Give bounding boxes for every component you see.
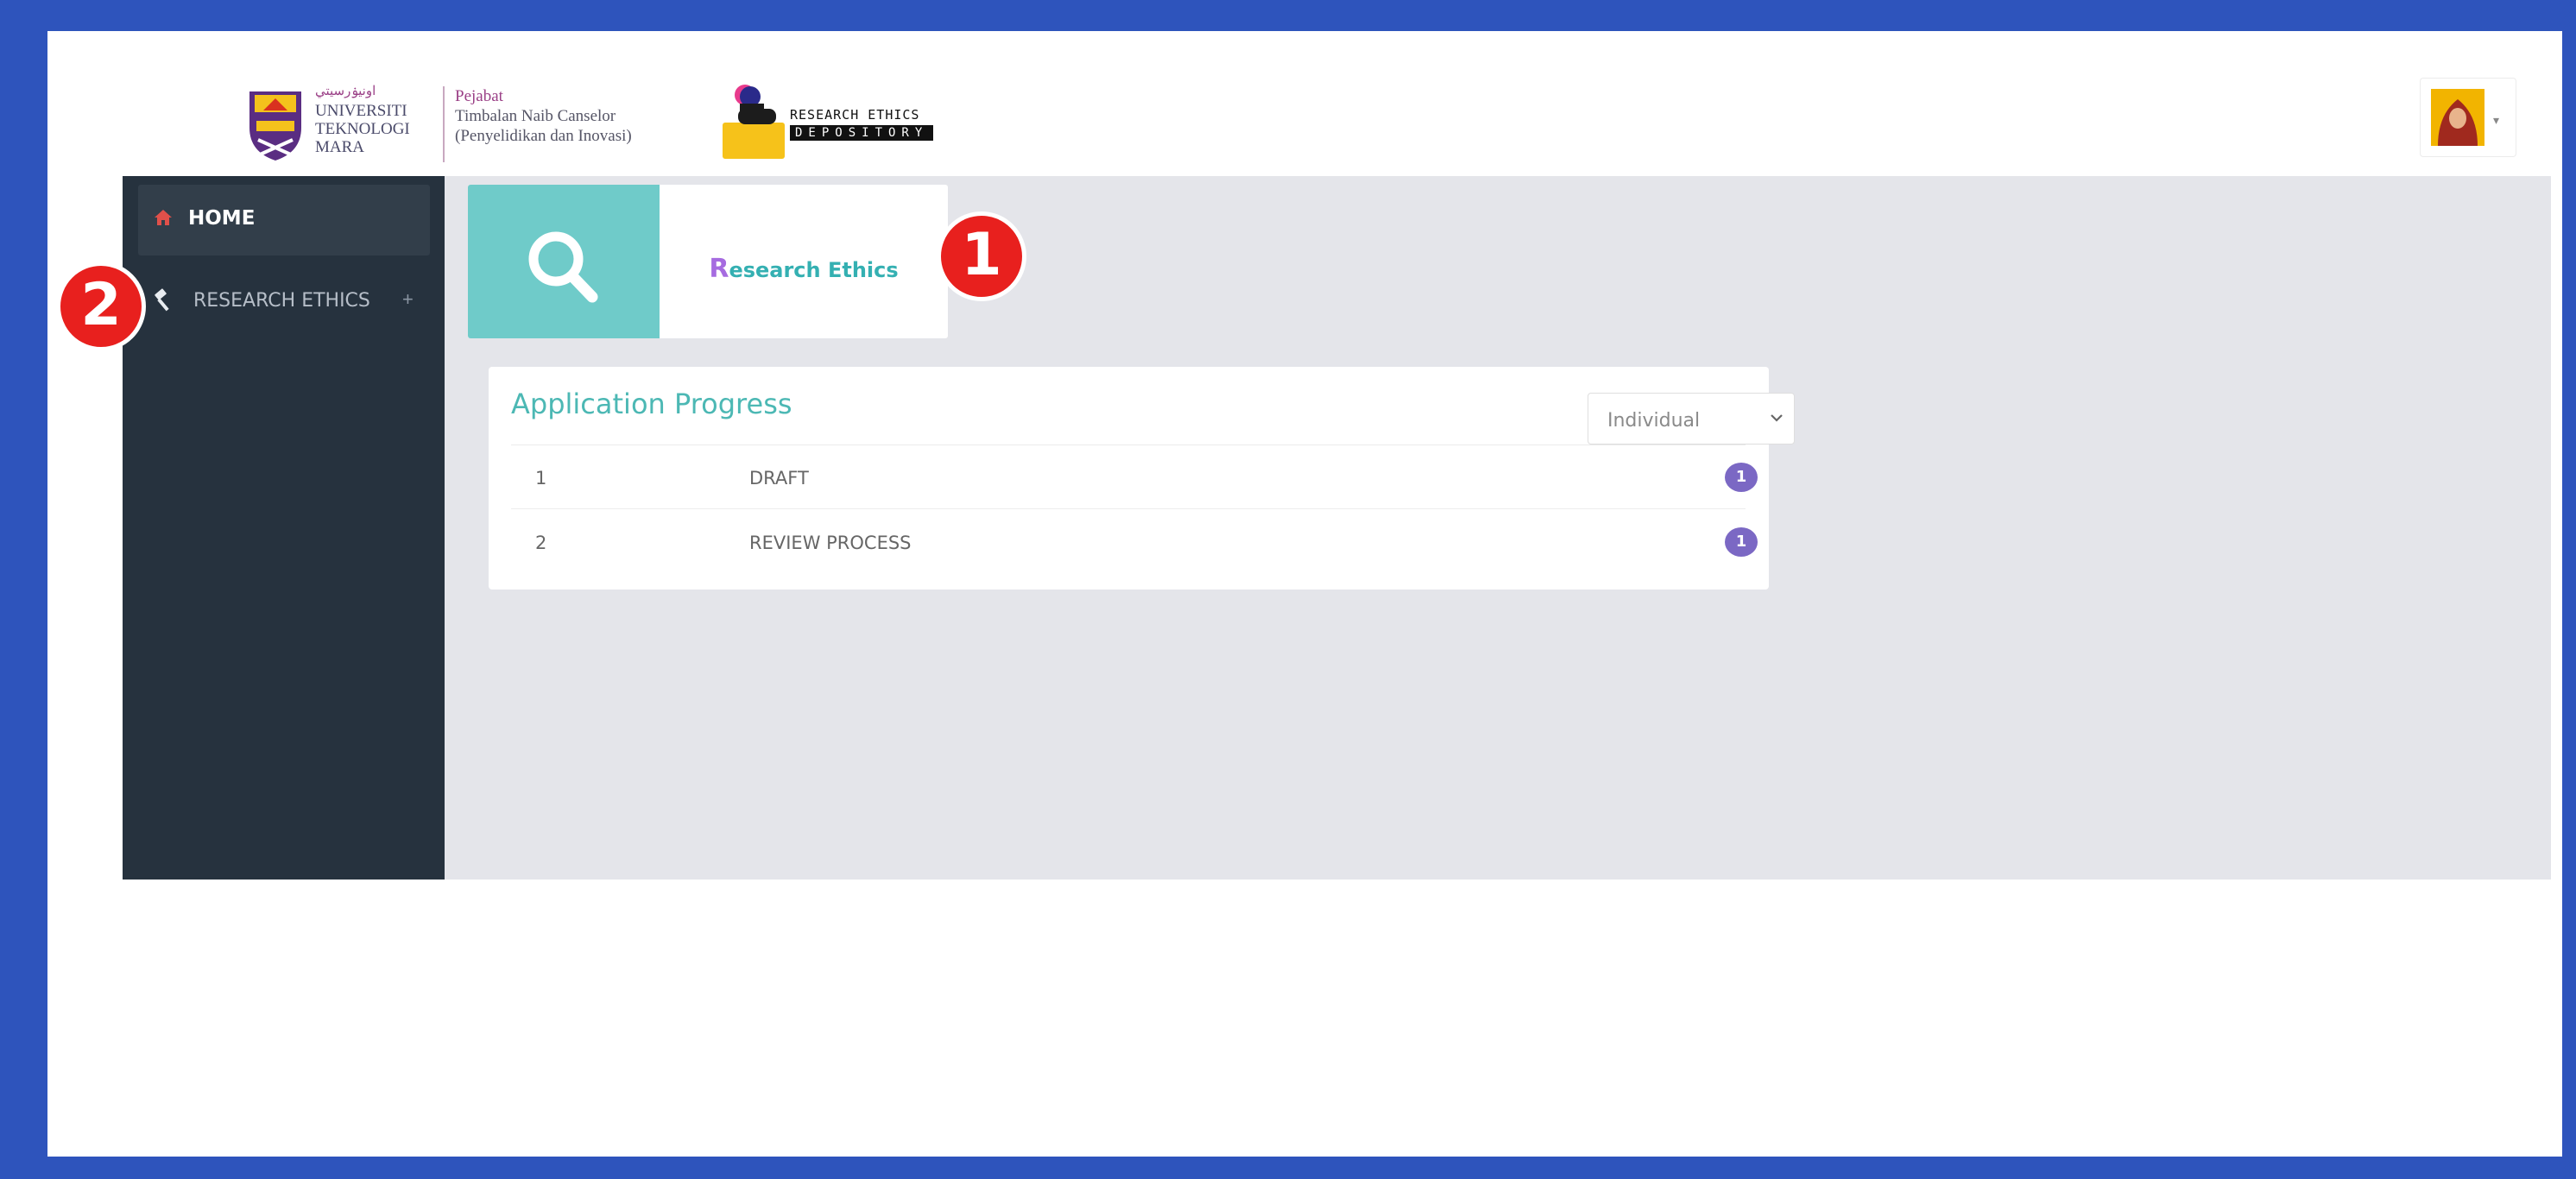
progress-row[interactable]: 1 DRAFT 1 [511,445,1758,509]
module-title-rest: esearch Ethics [729,258,899,282]
count-badge: 1 [1725,463,1758,492]
module-title-initial: R [709,254,729,284]
application-progress-panel: Application Progress Individual 1 DRAFT … [489,367,1795,590]
progress-type-select[interactable]: Individual [1588,393,1795,444]
office-line3: (Penyelidikan dan Inovasi) [455,127,632,145]
app-logo-line1: RESEARCH ETHICS [790,107,920,123]
sidebar-item-label: HOME [188,207,256,230]
header-divider [443,86,445,162]
main-content: Research Ethics Application Progress Ind… [445,176,2551,880]
office-line2: Timbalan Naib Canselor [455,107,616,125]
annotation-marker-2: 2 [56,262,146,351]
sidebar-item-label: RESEARCH ETHICS [193,290,370,312]
university-jawi: اونيۏرسيتي [315,85,376,98]
row-status: REVIEW PROCESS [749,533,912,553]
module-icon-tile [468,185,660,338]
university-line3: MARA [315,138,365,156]
app-logo-text: RESEARCH ETHICS DEPOSITORY [790,107,934,141]
caret-down-icon: ▾ [2493,113,2500,127]
select-value: Individual [1607,410,1701,432]
university-line2: TEKNOLOGI [315,120,410,138]
row-status: DRAFT [749,468,809,489]
chevron-down-icon [1771,414,1783,422]
user-avatar [2431,89,2484,146]
office-name: Pejabat Timbalan Naib Canselor (Penyelid… [455,86,632,146]
app-logo-line2: DEPOSITORY [790,125,934,141]
annotation-marker-1: 1 [937,211,1026,301]
sidebar: HOME RESEARCH ETHICS + [123,176,445,880]
home-icon [155,210,172,225]
research-ethics-module-card[interactable]: Research Ethics [468,185,948,338]
row-number: 2 [535,533,547,553]
search-icon [528,231,598,303]
panel-heading: Application Progress [511,388,792,420]
browser-viewport: اونيۏرسيتي UNIVERSITI TEKNOLOGI MARA Pej… [47,31,2562,1157]
progress-row[interactable]: 2 REVIEW PROCESS 1 [511,510,1758,574]
expand-plus-icon[interactable]: + [402,288,414,311]
sidebar-item-research-ethics[interactable]: RESEARCH ETHICS + [138,264,430,335]
user-menu-button[interactable]: ▾ [2420,78,2516,157]
office-line1: Pejabat [455,87,503,105]
module-title: Research Ethics [660,254,948,284]
count-badge: 1 [1725,527,1758,557]
top-header: اونيۏرسيتي UNIVERSITI TEKNOLOGI MARA Pej… [47,31,2562,176]
university-name: اونيۏرسيتي UNIVERSITI TEKNOLOGI MARA [315,83,410,156]
sidebar-item-home[interactable]: HOME [138,185,430,255]
uitm-crest-logo [249,91,301,161]
gavel-icon [155,288,169,312]
row-number: 1 [535,468,547,489]
university-line1: UNIVERSITI [315,102,407,120]
research-ethics-logo-icon [723,85,785,159]
